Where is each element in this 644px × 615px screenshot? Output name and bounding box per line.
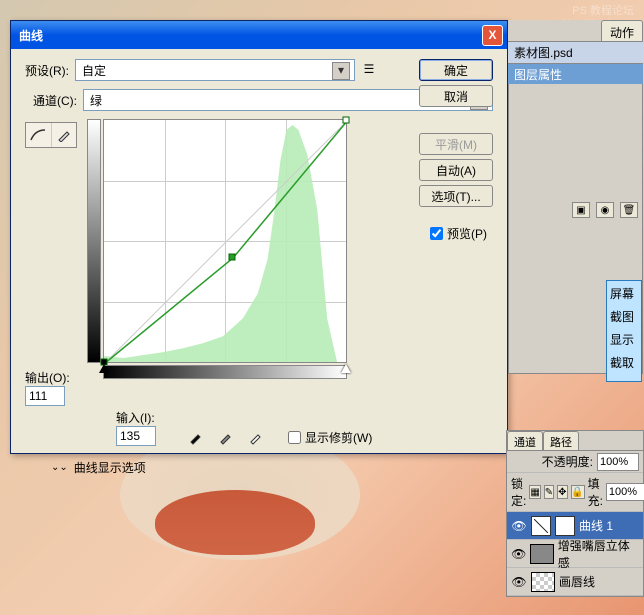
layers-panel: 通道 路径 不透明度: 锁定: ▦ ✎ ✥ 🔒 填充: 👁 曲线 1 👁 增强嘴…: [506, 430, 644, 597]
help-item[interactable]: 截图: [610, 308, 638, 325]
layer-thumb: [531, 572, 555, 592]
show-clip-checkbox[interactable]: [288, 431, 301, 444]
fill-label: 填充:: [588, 475, 603, 509]
watermark-text: PS 教程论坛: [572, 2, 634, 18]
tab-channels[interactable]: 通道: [507, 431, 543, 450]
opacity-input[interactable]: [597, 453, 639, 471]
curve-line: [104, 120, 348, 364]
output-input[interactable]: [25, 386, 65, 406]
curve-tool-toggle[interactable]: [25, 122, 77, 148]
lock-label: 锁定:: [511, 475, 526, 509]
tab-paths[interactable]: 路径: [543, 431, 579, 450]
panel-icon-1[interactable]: ▣: [572, 202, 590, 218]
white-eyedropper-icon[interactable]: [246, 427, 266, 447]
cancel-button[interactable]: 取消: [419, 85, 493, 107]
layer-name: 画唇线: [559, 573, 595, 590]
output-label: 输出(O):: [25, 369, 70, 386]
input-label: 输入(I):: [116, 409, 156, 426]
help-item[interactable]: 截取: [610, 354, 638, 371]
help-item[interactable]: 显示: [610, 331, 638, 348]
tab-actions[interactable]: 动作: [601, 20, 643, 41]
document-name-row[interactable]: 素材图.psd: [508, 42, 643, 64]
ok-button[interactable]: 确定: [419, 59, 493, 81]
layer-name: 增强嘴唇立体感: [558, 537, 639, 571]
mask-thumb: [555, 516, 575, 536]
white-point-slider[interactable]: [341, 364, 351, 373]
dialog-title: 曲线: [19, 27, 482, 44]
curve-display-options-toggle[interactable]: ⌄⌄ 曲线显示选项: [51, 459, 146, 476]
preset-label: 预设(R):: [25, 62, 69, 79]
titlebar[interactable]: 曲线 X: [11, 21, 507, 49]
close-button[interactable]: X: [482, 25, 503, 46]
curve-tool-icon[interactable]: [26, 123, 52, 147]
black-point-slider[interactable]: [99, 364, 109, 373]
layer-row[interactable]: 👁 增强嘴唇立体感: [507, 540, 643, 568]
curve-anchor-point[interactable]: [229, 253, 236, 260]
lock-all-icon[interactable]: 🔒: [571, 485, 585, 499]
channel-value: 绿: [90, 92, 102, 109]
black-eyedropper-icon[interactable]: [186, 427, 206, 447]
curve-anchor-end[interactable]: [343, 117, 350, 124]
chevron-down-icon: ⌄⌄: [51, 462, 68, 473]
preset-menu-icon[interactable]: ☰: [361, 62, 377, 78]
trash-icon[interactable]: 🗑: [620, 202, 638, 218]
help-item[interactable]: 屏幕: [610, 285, 638, 302]
disclosure-label: 曲线显示选项: [74, 459, 146, 476]
help-popup: 屏幕 截图 显示 截取: [606, 280, 642, 382]
show-clip-label: 显示修剪(W): [305, 429, 372, 446]
preview-checkbox[interactable]: [430, 227, 443, 240]
lock-move-icon[interactable]: ✥: [557, 485, 567, 499]
visibility-icon[interactable]: 👁: [511, 518, 527, 534]
layer-row[interactable]: 👁 画唇线: [507, 568, 643, 596]
options-button[interactable]: 选项(T)...: [419, 185, 493, 207]
channel-label: 通道(C):: [33, 92, 77, 109]
opacity-label: 不透明度:: [542, 453, 593, 470]
adjustment-thumb: [531, 516, 551, 536]
preset-select[interactable]: 自定: [75, 59, 355, 81]
visibility-icon[interactable]: 👁: [511, 546, 526, 562]
smooth-button: 平滑(M): [419, 133, 493, 155]
input-gradient[interactable]: [103, 365, 347, 379]
lock-pixels-icon[interactable]: ▦: [529, 485, 540, 499]
preset-value: 自定: [82, 62, 106, 79]
layer-name: 曲线 1: [579, 517, 613, 534]
auto-button[interactable]: 自动(A): [419, 159, 493, 181]
visibility-icon[interactable]: 👁: [511, 574, 527, 590]
gray-eyedropper-icon[interactable]: [216, 427, 236, 447]
panel-icon-2[interactable]: ◉: [596, 202, 614, 218]
layer-thumb: [530, 544, 553, 564]
input-input[interactable]: [116, 426, 156, 446]
curves-dialog: 曲线 X 预设(R): 自定 ☰ 通道(C): 绿: [10, 20, 508, 454]
layer-attributes-header[interactable]: 图层属性: [508, 64, 643, 84]
output-gradient: [87, 119, 101, 363]
lock-paint-icon[interactable]: ✎: [544, 485, 554, 499]
pencil-tool-icon[interactable]: [52, 123, 77, 147]
fill-input[interactable]: [606, 483, 644, 501]
curve-graph[interactable]: [103, 119, 347, 363]
preview-label: 预览(P): [447, 225, 487, 242]
